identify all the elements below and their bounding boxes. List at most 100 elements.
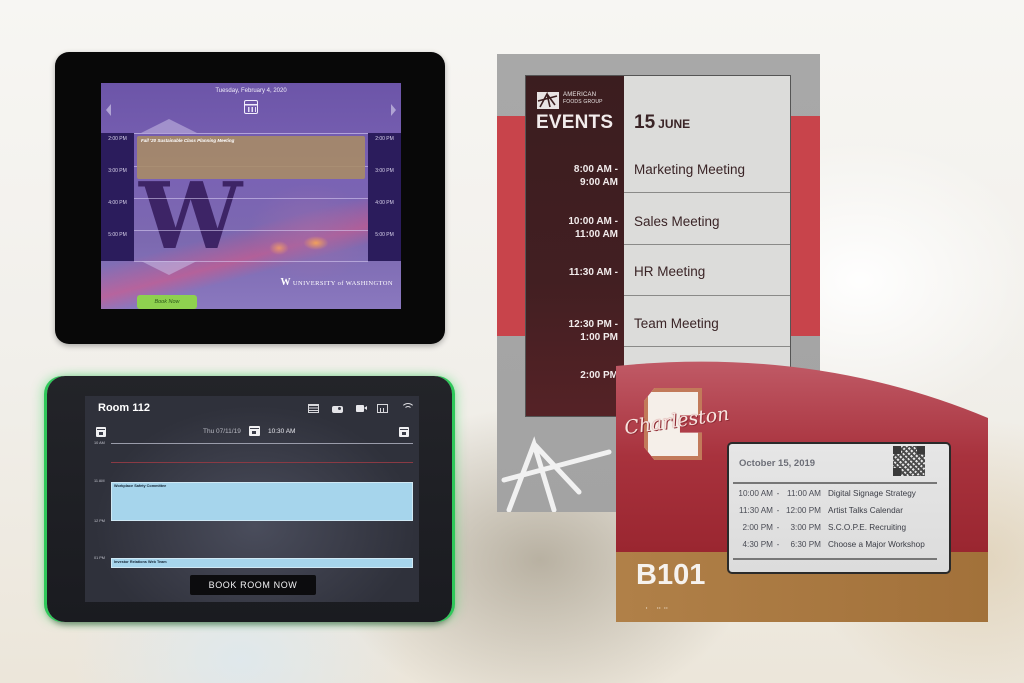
event-title: Marketing Meeting — [634, 162, 746, 177]
book-now-button[interactable]: Book Now — [137, 295, 197, 309]
event-title: HR Meeting — [634, 264, 706, 279]
display-date: October 15, 2019 — [739, 458, 816, 469]
event-title: Team Meeting — [634, 316, 719, 331]
event-start: 2:00 PM — [742, 523, 774, 532]
uw-date-label: Tuesday, February 4, 2020 — [215, 88, 287, 94]
calendar-icon[interactable] — [244, 100, 258, 114]
divider — [733, 558, 937, 560]
time-start: 11:30 AM - — [568, 267, 618, 278]
event-time: 10:00 AM - 11:00 AM — [568, 215, 618, 241]
row-divider — [624, 295, 790, 296]
row-divider — [624, 346, 790, 347]
event-row: 2:00 PM - 3:00 PM S.C.O.P.E. Recruiting — [733, 523, 907, 532]
row-divider — [624, 192, 790, 193]
hour-label: 12 PM — [94, 519, 105, 523]
event-time: 11:30 AM - — [569, 266, 618, 279]
dash: - — [776, 523, 780, 532]
time-start: 10:00 AM - — [568, 216, 618, 227]
date-month: JUNE — [658, 117, 691, 131]
whiteboard-icon — [377, 403, 388, 413]
chevron-left-icon[interactable] — [106, 104, 111, 116]
uw-time-column-left: 2:00 PM 3:00 PM 4:00 PM 5:00 PM — [101, 133, 134, 261]
event-end: 3:00 PM — [790, 523, 822, 532]
event-title: Digital Signage Strategy — [828, 489, 916, 498]
event-title: Workplace Safety Committee — [114, 484, 167, 488]
uw-brand-w: W — [280, 277, 291, 288]
event-time: 12:30 PM - 1:00 PM — [569, 318, 618, 344]
time-end: 11:00 AM — [575, 229, 618, 240]
event-row: 11:30 AM -12:00 PM Artist Talks Calendar — [733, 506, 903, 515]
logo-line: AMERICAN — [563, 92, 597, 98]
event-block[interactable]: Workplace Safety Committee — [111, 482, 413, 521]
calendar-icon[interactable] — [249, 426, 260, 436]
event-start: 10:00 AM — [738, 489, 773, 498]
afg-logo-text: AMERICAN FOODS GROUP — [563, 92, 603, 106]
grid-line — [134, 230, 368, 231]
hour-label: 01 PM — [94, 556, 105, 560]
book-room-now-button[interactable]: BOOK ROOM NOW — [190, 575, 316, 595]
event-block[interactable]: Investor Relations Web Team — [111, 558, 413, 568]
event-title: S.C.O.P.E. Recruiting — [828, 523, 907, 532]
time-label: 3:00 PM — [108, 168, 127, 174]
dash: - — [776, 540, 780, 549]
event-title: Artist Talks Calendar — [828, 506, 903, 515]
eink-display: October 15, 2019 10:00 AM -11:00 AM Digit… — [727, 442, 951, 574]
current-time: 10:30 AM — [268, 428, 296, 435]
time-label: 2:00 PM — [108, 136, 127, 142]
arrow-down-icon[interactable] — [141, 261, 197, 275]
event-end: 6:30 PM — [790, 540, 822, 549]
qr-code-icon[interactable] — [893, 446, 925, 476]
logo-line: FOODS GROUP — [563, 99, 603, 105]
time-start: 12:30 PM - — [568, 319, 618, 330]
afg-logo-icon — [537, 91, 559, 109]
event-title: Sales Meeting — [634, 214, 720, 229]
uw-room-tablet: Tuesday, February 4, 2020 W 2:00 PM 3:00… — [55, 52, 445, 344]
dash: - — [776, 506, 780, 515]
amenity-icons — [308, 403, 415, 413]
hour-line — [111, 443, 413, 444]
afg-date: 15 JUNE — [634, 112, 690, 134]
time-label: 4:00 PM — [108, 200, 127, 206]
room-number: B101 — [636, 559, 706, 591]
previous-day-icon[interactable] — [96, 427, 106, 437]
events-header: EVENTS — [536, 112, 614, 133]
star-graphic — [501, 436, 612, 512]
event-row: 10:00 AM -11:00 AM Digital Signage Strate… — [733, 489, 915, 498]
afg-left-column: AMERICAN FOODS GROUP EVENTS — [526, 76, 624, 416]
event-end: 11:00 AM — [787, 489, 821, 498]
event-end: 12:00 PM — [785, 506, 821, 515]
uw-brand-text: UNIVERSITY of WASHINGTON — [292, 280, 393, 287]
video-camera-icon — [356, 404, 367, 412]
uw-time-column-right: 2:00 PM 3:00 PM 4:00 PM 5:00 PM — [368, 133, 401, 261]
time-end: 1:00 PM — [580, 332, 618, 343]
time-start: 8:00 AM - — [573, 164, 618, 175]
event-title: Fall '20 Sustainable Class Planning Meet… — [141, 138, 235, 143]
date-day: 15 — [634, 112, 656, 133]
uw-event-block[interactable]: Fall '20 Sustainable Class Planning Meet… — [137, 136, 365, 179]
time-label: 2:00 PM — [375, 136, 394, 142]
time-end: 9:00 AM — [580, 177, 618, 188]
next-day-icon[interactable] — [399, 427, 409, 437]
arrow-up-icon[interactable] — [141, 119, 197, 133]
room-name: Room 112 — [98, 402, 150, 414]
room-tablet-screen: Room 112 Thu 07/11/19 10:30 AM 10 AM 11 … — [85, 396, 419, 602]
event-title: Investor Relations Web Team — [114, 560, 167, 564]
dash: - — [776, 489, 780, 498]
time-label: 3:00 PM — [375, 168, 394, 174]
time-start: 2:00 PM — [580, 370, 618, 381]
room-112-tablet: Room 112 Thu 07/11/19 10:30 AM 10 AM 11 … — [47, 376, 452, 622]
uw-brand-logo: W UNIVERSITY of WASHINGTON — [280, 277, 393, 288]
event-start: 4:30 PM — [742, 540, 774, 549]
event-start: 11:30 AM — [739, 506, 773, 515]
wifi-icon — [401, 403, 415, 413]
divider — [733, 482, 937, 484]
charleston-room-sign: Charleston October 15, 2019 10:00 AM -11:… — [616, 360, 988, 622]
chevron-right-icon[interactable] — [391, 104, 396, 116]
uw-tablet-screen: Tuesday, February 4, 2020 W 2:00 PM 3:00… — [101, 83, 401, 309]
event-title: Choose a Major Workshop — [828, 540, 925, 549]
current-time-line — [111, 462, 413, 463]
event-time: 8:00 AM - 9:00 AM — [574, 163, 618, 189]
hour-label: 10 AM — [94, 441, 105, 445]
time-label: 4:00 PM — [375, 200, 394, 206]
grid-line — [134, 198, 368, 199]
